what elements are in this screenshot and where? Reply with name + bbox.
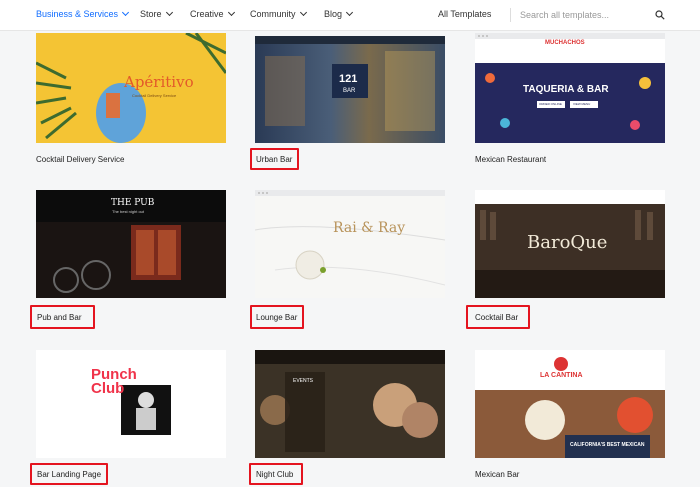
nav-divider (510, 8, 511, 22)
chevron-down-icon (122, 8, 130, 17)
template-label[interactable]: Cocktail Delivery Service (36, 155, 124, 164)
search-icon[interactable] (655, 10, 665, 20)
thumb-subtitle: CALIFORNIA'S BEST MEXICAN (570, 442, 645, 448)
thumb-title: TAQUERIA & BAR (523, 84, 609, 95)
thumb-title: LA CANTINA (540, 372, 583, 379)
all-templates-link[interactable]: All Templates (438, 9, 491, 19)
thumb-btn2: VIEW MENU (573, 102, 591, 106)
template-thumbnail-mexican-restaurant[interactable]: MUCHACHOS TAQUERIA & BAR ORDER ONLINE VI… (475, 33, 665, 143)
thumbnail-art (485, 73, 651, 130)
nav-creative[interactable]: Creative (190, 8, 235, 19)
thumb-subtitle: Cocktail Delivery Service (132, 93, 177, 98)
thumbnail-art (260, 372, 438, 452)
template-thumbnail-cocktail-bar[interactable]: BaroQue (475, 190, 665, 298)
template-label[interactable]: Urban Bar (256, 155, 292, 164)
template-thumbnail-cocktail-delivery[interactable]: Apéritivo Cocktail Delivery Service (36, 33, 226, 143)
thumb-title: Apéritivo (124, 73, 194, 91)
nav-creative-label: Creative (190, 9, 224, 19)
nav-blog[interactable]: Blog (324, 8, 354, 19)
nav-store-label: Store (140, 9, 162, 19)
template-label[interactable]: Mexican Bar (475, 470, 519, 479)
thumb-subtitle: BAR (343, 88, 356, 94)
nav-store[interactable]: Store (140, 8, 173, 19)
template-thumbnail-bar-landing-page[interactable]: Punch Club (36, 350, 226, 458)
chevron-down-icon (227, 8, 235, 17)
chevron-down-icon (299, 8, 307, 17)
nav-community-label: Community (250, 9, 296, 19)
nav-business-services[interactable]: Business & Services (36, 8, 130, 19)
template-thumbnail-night-club[interactable]: EVENTS (255, 350, 445, 458)
template-label[interactable]: Night Club (256, 470, 293, 479)
thumb-title: THE PUB (111, 198, 155, 208)
nav-community[interactable]: Community (250, 8, 307, 19)
nav-blog-label: Blog (324, 9, 343, 19)
template-thumbnail-pub-and-bar[interactable]: THE PUB The best night out (36, 190, 226, 298)
chevron-down-icon (165, 8, 173, 17)
chevron-down-icon (345, 8, 354, 17)
template-label[interactable]: Bar Landing Page (37, 470, 101, 479)
thumb-title: BaroQue (527, 232, 608, 253)
thumb-browser-bar (475, 33, 665, 39)
template-label[interactable]: Lounge Bar (256, 313, 297, 322)
template-label[interactable]: Cocktail Bar (475, 313, 518, 322)
template-label[interactable]: Pub and Bar (37, 313, 81, 322)
thumb-title: EVENTS (293, 378, 314, 384)
top-nav: Business & Services Store Creative Commu… (0, 0, 700, 31)
thumb-brand: MUCHACHOS (545, 40, 585, 46)
thumbnail-art (255, 226, 445, 286)
thumb-title: Rai & Ray (333, 220, 406, 236)
thumb-title: 121 (339, 73, 358, 85)
template-thumbnail-urban-bar[interactable]: 121 BAR (255, 36, 445, 143)
template-thumbnail-lounge-bar[interactable]: Rai & Ray (255, 190, 445, 298)
thumb-title: Punch Club (91, 366, 137, 397)
template-label[interactable]: Mexican Restaurant (475, 155, 546, 164)
search-input[interactable] (520, 6, 650, 24)
nav-business-services-label: Business & Services (36, 9, 119, 19)
template-thumbnail-mexican-bar[interactable]: LA CANTINA CALIFORNIA'S BEST MEXICAN (475, 350, 665, 458)
thumb-subtitle: The best night out (112, 209, 145, 214)
thumb-btn1: ORDER ONLINE (539, 102, 562, 106)
